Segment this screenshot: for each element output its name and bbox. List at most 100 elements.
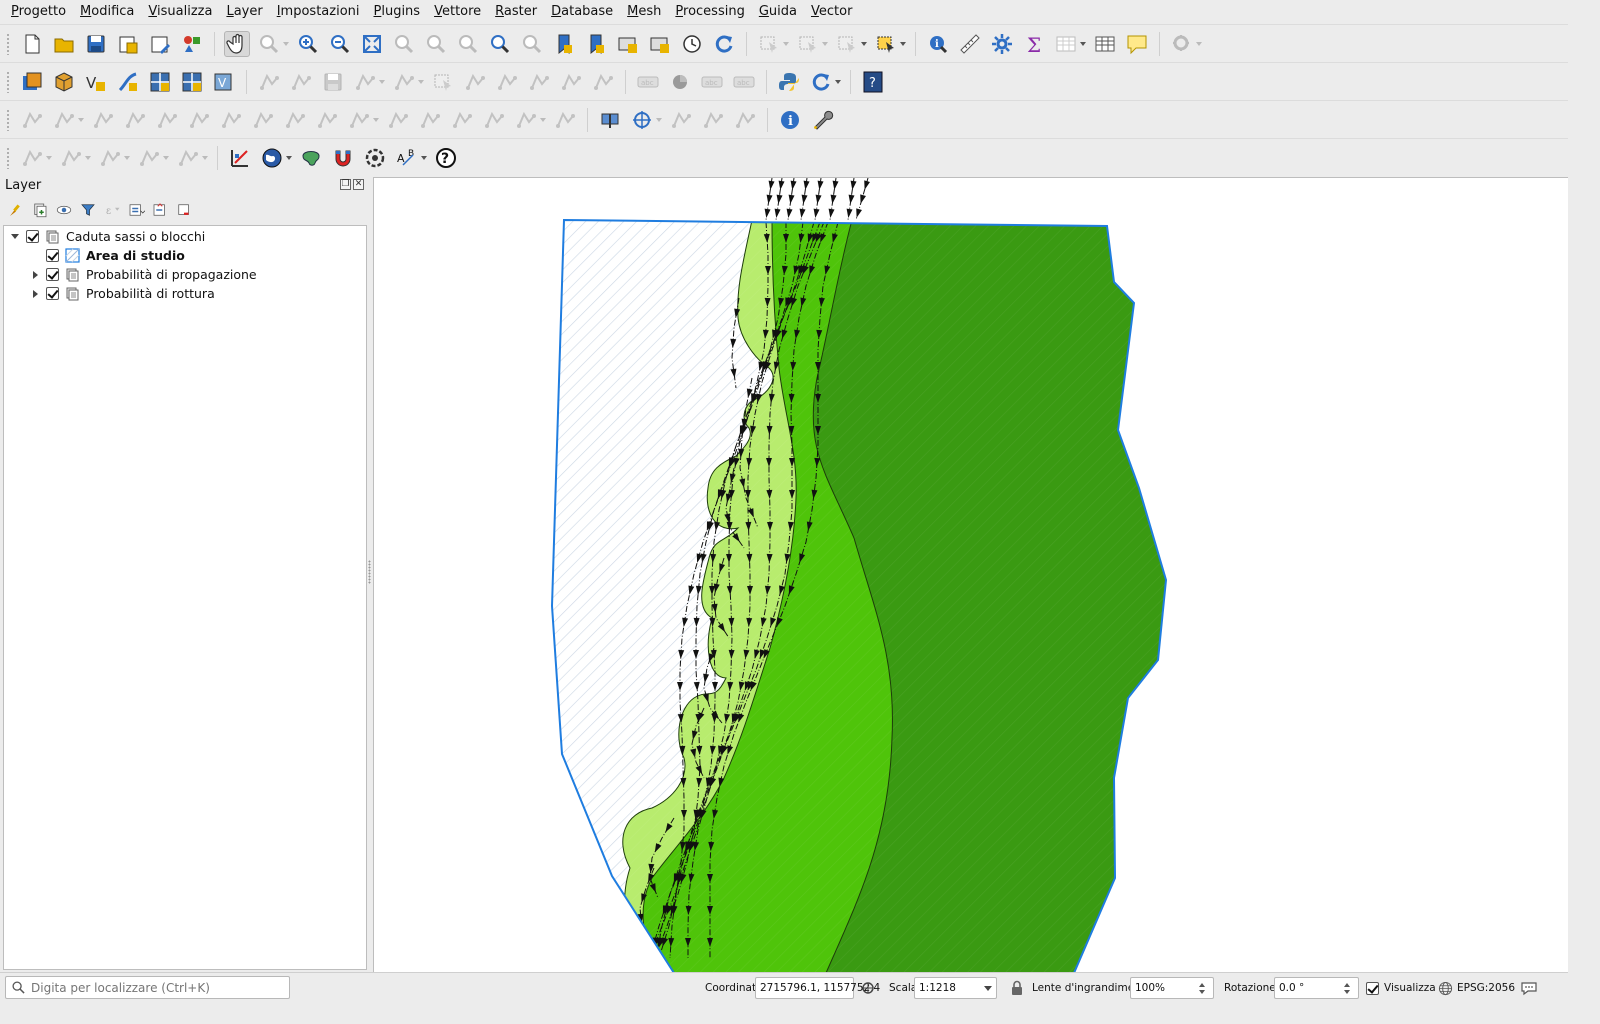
crs-globe-icon[interactable]	[1438, 981, 1453, 996]
zoom-layer-icon[interactable]	[423, 31, 449, 57]
shape-digitize-icon[interactable]	[700, 107, 726, 133]
fill-ring-icon[interactable]	[218, 107, 244, 133]
menu-visualizza[interactable]: Visualizza	[141, 0, 219, 24]
geometry-add-circle-icon[interactable]	[19, 145, 45, 171]
measure-icon[interactable]	[957, 31, 983, 57]
split-parts-icon[interactable]	[417, 107, 443, 133]
chevron-down-icon[interactable]	[162, 145, 170, 171]
crs-label[interactable]: EPSG:2056	[1457, 982, 1515, 994]
pan-icon[interactable]	[224, 30, 250, 57]
delete-part-icon[interactable]	[282, 107, 308, 133]
filter-legend-icon[interactable]	[77, 199, 99, 221]
zoom-next-icon[interactable]	[519, 31, 545, 57]
python-console-icon[interactable]	[776, 69, 802, 95]
filter-expression-icon[interactable]: ε	[101, 199, 123, 221]
open-calculator-icon[interactable]	[1092, 31, 1118, 57]
magnifier-spinbox[interactable]: 100%	[1130, 977, 1214, 999]
new-temp-layer-icon[interactable]: V	[211, 69, 237, 95]
layer-tree-item[interactable]: Probabilità di propagazione	[28, 265, 257, 284]
split-features-icon[interactable]	[385, 107, 411, 133]
show-bookmarks-icon[interactable]	[583, 31, 609, 57]
wrench-icon[interactable]	[809, 107, 835, 133]
current-edits-icon[interactable]	[256, 69, 282, 95]
print-layout-icon[interactable]	[147, 31, 173, 57]
advanced-digitize-icon[interactable]	[19, 107, 45, 133]
pan-to-selection-icon[interactable]	[256, 31, 282, 57]
menu-vector[interactable]: Vector	[804, 0, 859, 24]
layer-visibility-checkbox[interactable]	[46, 268, 59, 281]
coordinate-field[interactable]: 2715796.1, 1157752.4	[755, 977, 880, 999]
lock-icon[interactable]	[1010, 980, 1024, 996]
chevron-down-icon[interactable]	[8, 227, 22, 246]
chevron-down-icon[interactable]	[821, 31, 829, 57]
new-geopackage-icon[interactable]	[51, 69, 77, 95]
statistics-sum-icon[interactable]: Σ	[1021, 31, 1047, 57]
chevron-down-icon[interactable]	[84, 145, 92, 171]
chevron-down-icon[interactable]	[77, 107, 85, 133]
zoom-selection-icon[interactable]	[391, 31, 417, 57]
georeferencer-icon[interactable]	[597, 107, 623, 133]
layer-tree-item[interactable]: Caduta sassi o blocchi	[8, 227, 205, 246]
offset-curve-icon[interactable]	[346, 107, 372, 133]
locator-bar[interactable]	[5, 976, 290, 999]
chevron-down-icon[interactable]	[1195, 31, 1203, 57]
select-value-icon[interactable]	[834, 31, 860, 57]
info-icon[interactable]: i	[777, 107, 803, 133]
layer-tree-item[interactable]: Area di studio	[28, 246, 185, 265]
close-panel-icon[interactable]: ✕	[353, 179, 364, 190]
chevron-down-icon[interactable]	[378, 69, 386, 95]
zoom-out-icon[interactable]	[327, 31, 353, 57]
digitize-icon[interactable]	[352, 69, 378, 95]
menu-plugins[interactable]: Plugins	[367, 0, 428, 24]
merge-attributes-icon[interactable]	[481, 107, 507, 133]
zoom-last-icon[interactable]	[487, 31, 513, 57]
save-edits-icon[interactable]	[320, 69, 346, 95]
settings-gear-icon[interactable]	[989, 31, 1015, 57]
toggle-extents-icon[interactable]	[860, 980, 876, 996]
menu-database[interactable]: Database	[544, 0, 620, 24]
chevron-down-icon[interactable]	[782, 31, 790, 57]
cut-features-icon[interactable]	[462, 69, 488, 95]
map-canvas[interactable]	[373, 177, 1568, 972]
chevron-down-icon[interactable]	[899, 31, 907, 57]
open-project-icon[interactable]	[51, 31, 77, 57]
select-location-icon[interactable]	[873, 31, 899, 57]
help-icon[interactable]: ?	[860, 69, 886, 95]
layer-style-icon[interactable]	[298, 145, 324, 171]
toolbar-grip[interactable]	[6, 32, 10, 55]
add-circular-string-icon[interactable]	[175, 145, 201, 171]
reshape-icon[interactable]	[314, 107, 340, 133]
attribute-table-icon[interactable]	[1053, 31, 1079, 57]
pin-labels-icon[interactable]: abc	[699, 69, 725, 95]
chevron-down-icon[interactable]	[201, 145, 209, 171]
menu-processing[interactable]: Processing	[668, 0, 751, 24]
data-source-manager-icon[interactable]	[19, 69, 45, 95]
new-shapefile-icon[interactable]: V	[83, 69, 109, 95]
new-mesh-icon[interactable]	[179, 69, 205, 95]
chevron-down-icon[interactable]	[417, 69, 425, 95]
menu-layer[interactable]: Layer	[219, 0, 269, 24]
label-ab-icon[interactable]: AB	[394, 145, 420, 171]
chevron-down-icon[interactable]	[1079, 31, 1087, 57]
messages-icon[interactable]	[1520, 980, 1538, 996]
save-as-icon[interactable]	[115, 31, 141, 57]
highlight-labels-icon[interactable]: abc	[731, 69, 757, 95]
help-question-icon[interactable]: ?	[433, 145, 459, 171]
copy-features-icon[interactable]	[494, 69, 520, 95]
toolbar-grip[interactable]	[6, 108, 10, 131]
chevron-down-icon[interactable]	[372, 107, 380, 133]
layer-tree-item[interactable]: Probabilità di rottura	[28, 284, 215, 303]
scale-bar-icon[interactable]	[227, 145, 253, 171]
new-project-icon[interactable]	[19, 31, 45, 57]
menu-raster[interactable]: Raster	[488, 0, 544, 24]
rotate-point-icon[interactable]	[513, 107, 539, 133]
processing-toolbox-icon[interactable]	[362, 145, 388, 171]
menu-impostazioni[interactable]: Impostazioni	[270, 0, 367, 24]
deselect-icon[interactable]	[795, 31, 821, 57]
layer-visibility-checkbox[interactable]	[26, 230, 39, 243]
chevron-right-icon[interactable]	[28, 284, 42, 303]
chevron-down-icon[interactable]	[123, 145, 131, 171]
scale-combo[interactable]: 1:1218	[914, 977, 997, 999]
new-spatialite-icon[interactable]	[115, 69, 141, 95]
menu-progetto[interactable]: Progetto	[4, 0, 73, 24]
